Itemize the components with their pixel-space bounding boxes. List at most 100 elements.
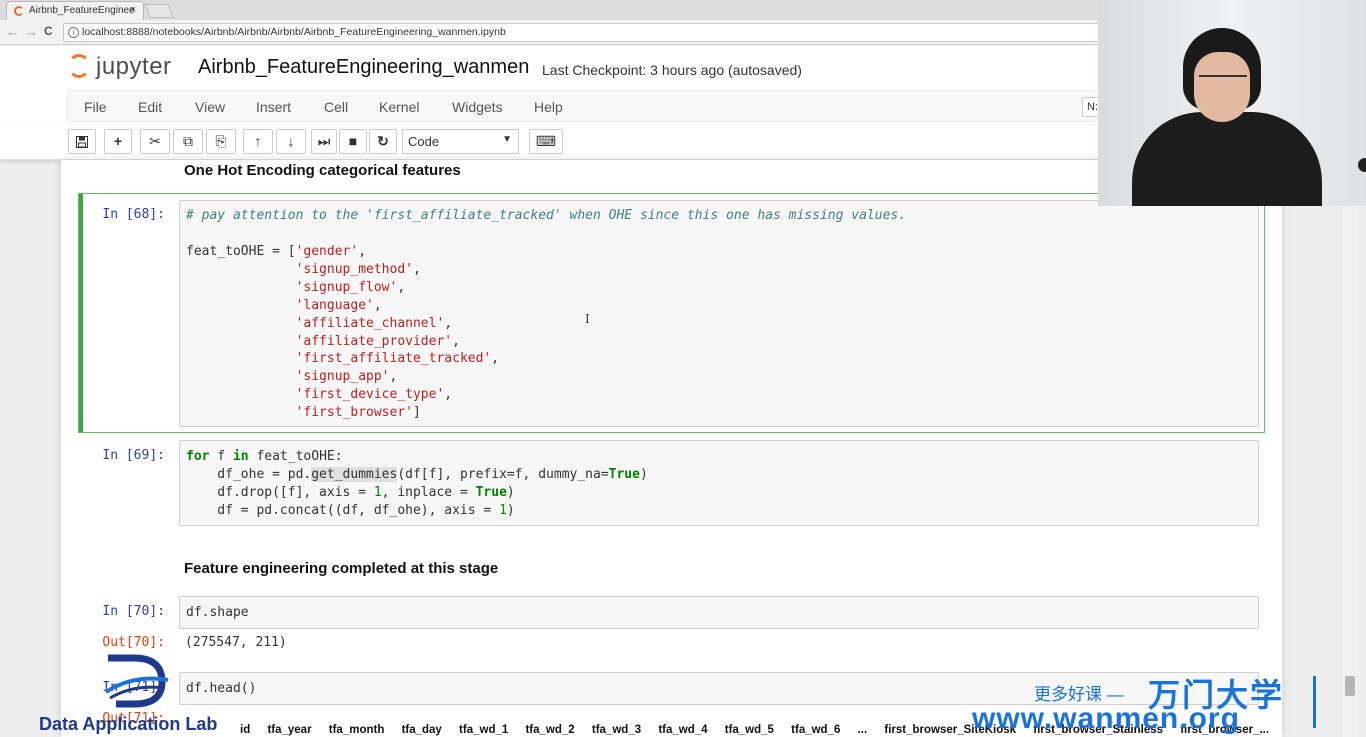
menu-insert[interactable]: Insert <box>256 99 291 115</box>
move-down-button[interactable]: ↓ <box>276 129 306 154</box>
df-column-header: tfa_wd_2 <box>525 724 575 736</box>
menu-kernel[interactable]: Kernel <box>379 99 419 115</box>
string-literal: 'signup_method' <box>295 261 413 277</box>
menu-cell[interactable]: Cell <box>324 99 348 115</box>
code-text: ) <box>506 503 515 518</box>
reload-icon[interactable]: C <box>44 24 53 38</box>
string-literal: 'signup_app' <box>295 369 390 385</box>
text-cursor-icon: I <box>585 312 590 326</box>
forward-icon[interactable]: → <box>25 24 38 39</box>
menu-file[interactable]: File <box>84 99 107 115</box>
number: 1 <box>499 503 507 518</box>
menu-container: File Edit View Insert Cell Kernel Widget… <box>67 90 1117 122</box>
restart-button[interactable]: ↻ <box>369 129 397 154</box>
insert-cell-button[interactable]: + <box>104 129 132 154</box>
code-text: ) <box>506 485 515 500</box>
cell-type-select[interactable]: Code ▼ <box>402 129 519 154</box>
back-icon[interactable]: ← <box>6 24 19 39</box>
url-input[interactable]: i localhost:8888/notebooks/Airbnb/Airbnb… <box>63 23 1103 42</box>
menu-edit[interactable]: Edit <box>138 99 162 115</box>
menu-view[interactable]: View <box>195 99 225 115</box>
code-text: df_ohe = pd. <box>186 467 312 482</box>
code-text: , <box>389 369 398 385</box>
df-column-header: tfa_wd_6 <box>791 724 841 736</box>
presenter-glasses <box>1199 75 1247 87</box>
checkpoint-status: Last Checkpoint: 3 hours ago (autosaved) <box>542 62 802 78</box>
code-editor-69[interactable]: for f in feat_toOHE: df_ohe = pd.get_dum… <box>179 440 1259 526</box>
keyword: for <box>186 449 210 464</box>
paste-button[interactable]: ⎘ <box>206 129 236 154</box>
string-literal: 'first_device_type' <box>295 387 445 403</box>
code-text: , <box>444 315 453 331</box>
code-text: ) <box>639 467 648 482</box>
df-column-header: ... <box>857 724 868 736</box>
jupyter-logo-icon <box>68 54 90 78</box>
move-up-button[interactable]: ↑ <box>243 129 273 154</box>
watermark-divider <box>1313 676 1316 728</box>
code-text: , <box>412 261 421 277</box>
number: 1 <box>373 485 382 500</box>
save-icon <box>76 136 88 148</box>
code-line: for f in feat_toOHE: <box>186 449 343 464</box>
code-text: , <box>444 387 453 403</box>
code-line: 'language', <box>186 298 382 313</box>
command-palette-button[interactable]: ⌨ <box>529 129 563 154</box>
code-text: ] <box>412 405 421 421</box>
string-literal: 'first_affiliate_tracked' <box>295 351 492 367</box>
presenter-body <box>1132 112 1322 206</box>
string-literal: 'affiliate_channel' <box>295 315 445 331</box>
cut-button[interactable]: ✂ <box>140 129 170 154</box>
interrupt-button[interactable]: ■ <box>339 129 367 154</box>
code-comment: # pay attention to the 'first_affiliate_… <box>186 208 907 223</box>
page-scrollbar[interactable] <box>1343 206 1357 737</box>
code-line: 'signup_method', <box>186 262 421 277</box>
tab-close-icon[interactable]: × <box>130 4 136 16</box>
copy-button[interactable]: ⧉ <box>173 129 203 154</box>
code-line: 'first_affiliate_tracked', <box>186 351 500 367</box>
scrollbar-thumb[interactable] <box>1345 676 1355 696</box>
code-text: , inplace = <box>381 485 476 500</box>
code-text: , <box>373 297 382 313</box>
menu-help[interactable]: Help <box>534 99 563 115</box>
code-text: , <box>358 244 367 259</box>
code-text: df = pd.concat((df, df_ohe), axis = <box>186 503 500 518</box>
browser-tab[interactable]: Airbnb_FeatureEnginee × <box>6 1 144 20</box>
highlighted-text: get_dummies <box>311 467 398 482</box>
notebook-name[interactable]: Airbnb_FeatureEngineering_wanmen <box>198 56 529 79</box>
code-line: 'signup_flow', <box>186 280 406 295</box>
string-literal: 'gender' <box>295 244 359 259</box>
microphone-icon <box>1358 158 1366 172</box>
new-tab-button[interactable] <box>144 4 174 18</box>
code-text: (df[f], prefix=f, dummy_na= <box>397 467 609 482</box>
code-editor-68[interactable]: # pay attention to the 'first_affiliate_… <box>179 200 1259 427</box>
save-button[interactable] <box>68 129 96 154</box>
code-line: 'first_device_type', <box>186 387 453 403</box>
wanmen-url: www.wanmen.org <box>972 702 1240 735</box>
jupyter-favicon-icon <box>14 6 24 16</box>
code-text: f <box>209 449 233 464</box>
code-line: df.head() <box>186 681 257 696</box>
code-text: df.drop([f], axis = <box>186 485 374 500</box>
code-line: 'affiliate_provider', <box>186 334 460 349</box>
keyword: in <box>232 449 249 464</box>
menu-widgets[interactable]: Widgets <box>452 99 503 115</box>
code-text: feat_toOHE: <box>248 449 343 464</box>
code-line: 'affiliate_channel', <box>186 315 453 331</box>
df-column-header: tfa_wd_5 <box>724 724 774 736</box>
keyword: True <box>475 485 507 500</box>
lab-name-watermark: Data Application Lab <box>39 714 218 734</box>
markdown-heading-ohe: One Hot Encoding categorical features <box>184 162 461 179</box>
jupyter-logo[interactable]: jupyter <box>66 52 186 82</box>
run-button[interactable]: ⏭ <box>311 129 337 154</box>
jupyter-logo-text: jupyter <box>96 53 172 80</box>
code-line: df = pd.concat((df, df_ohe), axis = 1) <box>186 503 515 518</box>
code-editor-70[interactable]: df.shape <box>179 596 1259 629</box>
df-column-header: tfa_day <box>401 724 442 736</box>
url-text: localhost:8888/notebooks/Airbnb/Airbnb/A… <box>82 26 506 38</box>
